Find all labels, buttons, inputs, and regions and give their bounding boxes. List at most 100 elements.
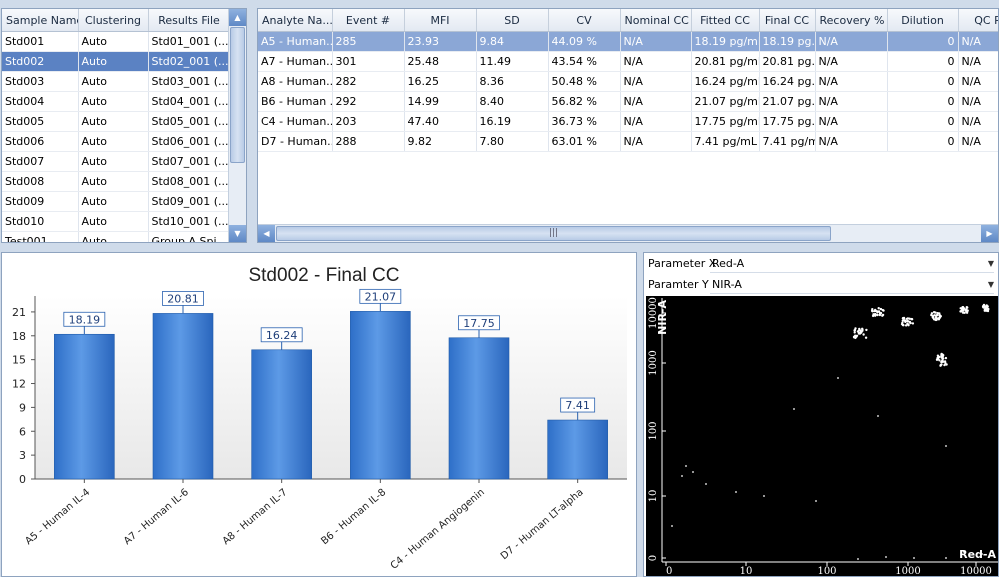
column-header[interactable]: SD — [476, 9, 549, 32]
column-header[interactable]: Analyte Na... — [258, 9, 333, 32]
column-header[interactable]: QC R — [958, 9, 998, 32]
table-row[interactable]: Std005 Auto Std05_001 (... — [2, 111, 231, 132]
event-point — [913, 557, 915, 559]
x-axis-label: Red-A — [959, 548, 996, 561]
table-cell: 8.40 — [476, 91, 549, 112]
column-header[interactable]: CV — [548, 9, 621, 32]
x-tick-label: B6 - Human IL-8 — [319, 487, 388, 547]
event-point — [965, 306, 968, 309]
table-row[interactable]: Std001 Auto Std01_001 (... — [2, 31, 231, 52]
column-header[interactable]: Clustering — [78, 9, 149, 32]
table-row[interactable]: Std004 Auto Std04_001 (... — [2, 91, 231, 112]
table-cell: N/A — [958, 71, 998, 92]
table-cell: Std002 — [2, 51, 79, 72]
table-cell: 14.99 — [404, 91, 477, 112]
table-row[interactable]: Std006 Auto Std06_001 (... — [2, 131, 231, 152]
table-cell: 0 — [887, 131, 959, 152]
event-point — [943, 363, 946, 367]
scroll-right-icon[interactable]: ▶ — [981, 225, 998, 242]
table-cell: 7.41 pg/mL — [691, 131, 760, 152]
column-header[interactable]: Fitted CC — [691, 9, 760, 32]
event-point — [933, 314, 936, 317]
scroll-left-icon[interactable]: ◀ — [258, 225, 275, 242]
scrollbar-thumb[interactable]: ||| — [276, 226, 831, 241]
parameter-y-value[interactable]: NIR-A — [710, 276, 994, 294]
column-header[interactable]: Nominal CC — [620, 9, 692, 32]
parameter-y-select[interactable]: Paramter Y NIR-A ▼ — [648, 276, 994, 294]
table-cell: 25.48 — [404, 51, 477, 72]
column-header[interactable]: Event # — [332, 9, 405, 32]
bar[interactable] — [251, 349, 312, 480]
table-row[interactable]: A8 - Human... 282 16.25 8.36 50.48 % N/A 16.24… — [258, 71, 998, 92]
table-row[interactable]: A5 - Human... 285 23.93 9.84 44.09 % N/A 18.19… — [258, 31, 998, 52]
scroll-up-icon[interactable]: ▲ — [229, 9, 246, 26]
table-row[interactable]: B6 - Human ...29214.998.4056.82 %N/A21.0… — [258, 91, 998, 112]
scroll-down-icon[interactable]: ▼ — [229, 225, 246, 242]
chart-title: Std002 - Final CC — [248, 265, 399, 286]
column-header[interactable]: Sample Name — [2, 9, 79, 32]
event-point — [930, 312, 934, 315]
bar[interactable] — [448, 337, 510, 480]
event-point — [860, 330, 863, 334]
table-row[interactable]: Std010 Auto Std10_001 (... — [2, 211, 231, 232]
table-row[interactable]: D7 - Human... 288 9.82 7.80 63.01 % N/A 7.41 p… — [258, 131, 998, 152]
table-row[interactable]: C4 - Human... 203 47.40 16.19 36.73 % N/A 17.7… — [258, 111, 998, 132]
table-cell: N/A — [958, 111, 998, 132]
y-tick-label: 18 — [12, 330, 26, 343]
event-point — [961, 307, 964, 311]
parameter-x-value[interactable]: Red-A — [710, 255, 994, 273]
data-label: 18.19 — [69, 313, 101, 326]
table-row[interactable]: Std007 Auto Std07_001 (... — [2, 151, 231, 172]
table-cell: N/A — [620, 91, 692, 112]
bar[interactable] — [547, 419, 608, 480]
event-point — [857, 558, 859, 560]
event-point — [877, 415, 879, 417]
event-point — [935, 358, 939, 361]
chevron-down-icon[interactable]: ▼ — [988, 255, 994, 272]
event-point — [981, 553, 983, 555]
bar[interactable] — [54, 333, 115, 480]
event-point — [881, 308, 884, 312]
event-point — [853, 329, 857, 332]
table-row[interactable]: Std008 Auto Std08_001 (... — [2, 171, 231, 192]
event-point — [855, 335, 858, 338]
bar[interactable] — [350, 311, 411, 480]
table-row[interactable]: Test001 Auto Group A Spi... — [2, 231, 231, 242]
analyte-table-header: Analyte Na... Event # MFI SD CV Nominal CC Fit… — [258, 9, 998, 32]
analyte-table-hscrollbar[interactable]: ◀ ||| ▶ — [258, 224, 998, 242]
chevron-down-icon[interactable]: ▼ — [988, 276, 994, 293]
event-point — [901, 321, 904, 324]
table-row[interactable]: Std003 Auto Std03_001 (... — [2, 71, 231, 92]
analyte-table-pane: Analyte Na... Event # MFI SD CV Nominal CC Fit… — [257, 8, 999, 243]
table-cell: A8 - Human... — [258, 71, 333, 92]
table-cell: Std010 — [2, 211, 79, 232]
table-cell: 47.40 — [404, 111, 477, 132]
y-tick-label: 9 — [19, 401, 26, 414]
sample-table-scrollbar[interactable]: ▲ ▼ — [228, 9, 246, 242]
table-row[interactable]: Std002 Auto Std02_001 (... — [2, 51, 231, 72]
event-point — [943, 360, 947, 363]
table-cell: 17.75 pg/mL — [691, 111, 760, 132]
event-point — [932, 318, 936, 321]
column-header[interactable]: Final CC — [759, 9, 816, 32]
table-cell: A7 - Human... — [258, 51, 333, 72]
column-header[interactable]: MFI — [404, 9, 477, 32]
bar-chart: Std002 - Final CC 0 3 6 9 12 15 18 21 18.19 A5 - … — [12, 265, 627, 572]
bar[interactable] — [152, 313, 214, 480]
event-point — [945, 557, 947, 559]
column-header[interactable]: Dilution — [887, 9, 959, 32]
data-label: 21.07 — [365, 290, 397, 303]
parameter-x-select[interactable]: Parameter X Red-A ▼ — [648, 255, 994, 273]
table-row[interactable]: Std009 Auto Std09_001 (... — [2, 191, 231, 212]
event-point — [935, 314, 939, 317]
table-cell: 16.24 pg/mL — [691, 71, 760, 92]
table-cell: 282 — [332, 71, 405, 92]
table-row[interactable]: A7 - Human... 301 25.48 11.49 43.54 % N/A 20.8… — [258, 51, 998, 72]
sample-table-pane: Sample Name Clustering Results File Std001… — [1, 8, 247, 243]
event-point — [966, 309, 969, 312]
event-point — [671, 525, 673, 527]
column-header[interactable]: Results File — [148, 9, 231, 32]
table-cell: N/A — [620, 111, 692, 132]
column-header[interactable]: Recovery % — [815, 9, 888, 32]
scrollbar-thumb[interactable] — [230, 27, 245, 163]
